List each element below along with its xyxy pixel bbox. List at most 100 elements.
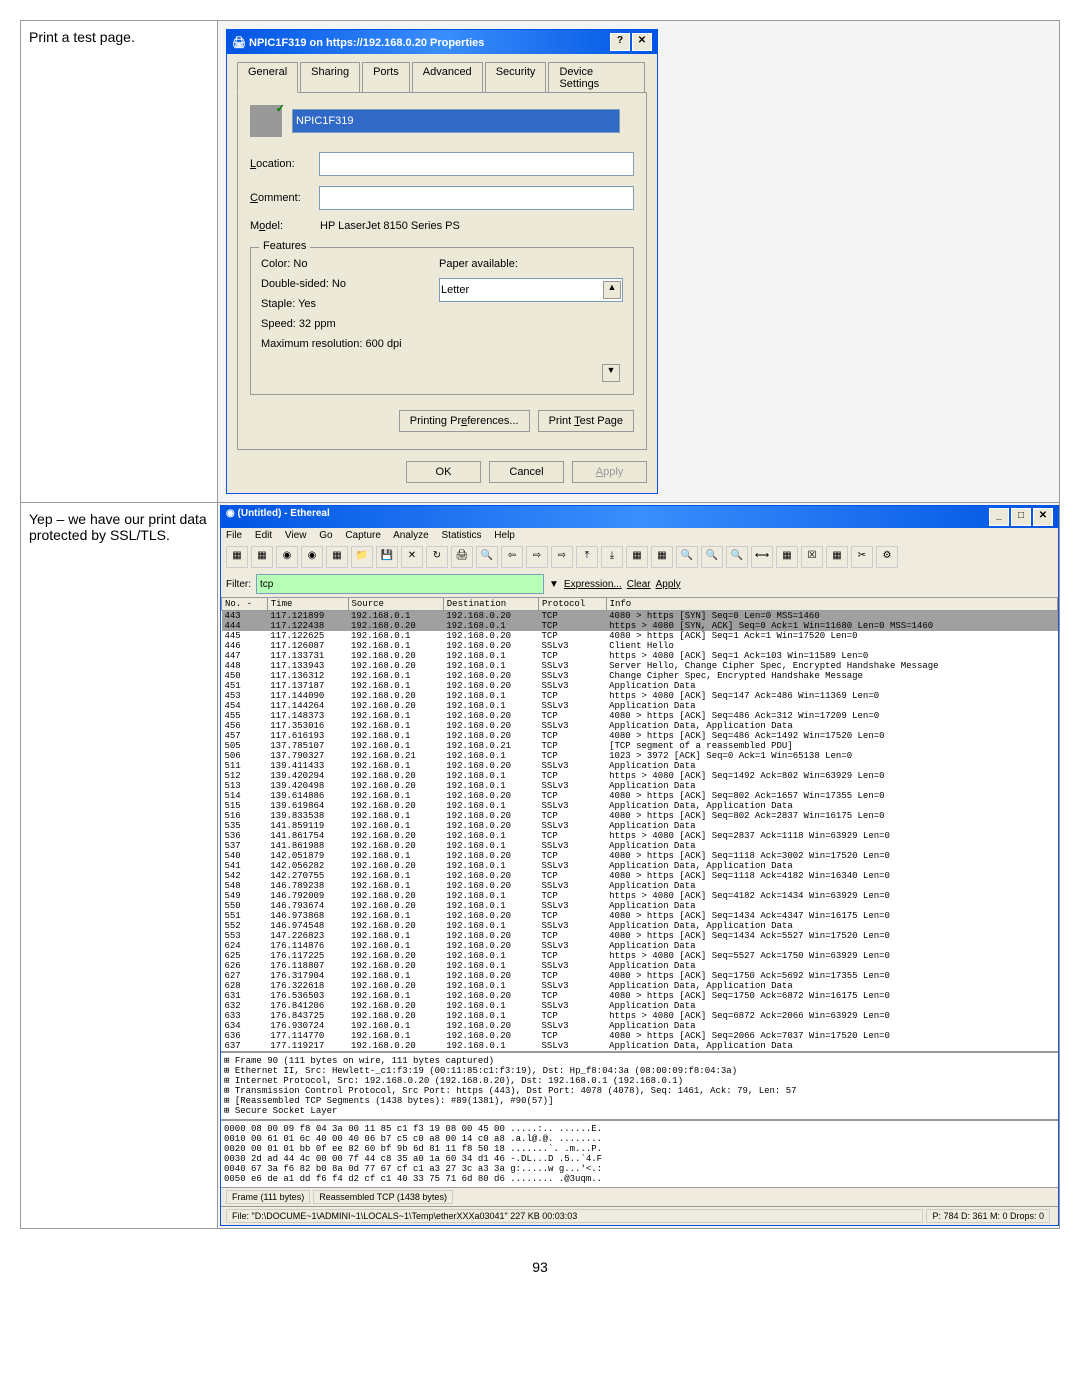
packet-row[interactable]: 637177.119217192.168.0.20192.168.0.1SSLv… (222, 1041, 1058, 1051)
tab-general[interactable]: General (237, 62, 298, 93)
packet-row[interactable]: 627176.317904192.168.0.1192.168.0.20TCP4… (222, 971, 1058, 981)
packet-row[interactable]: 505137.785107192.168.0.1192.168.0.21TCP[… (222, 741, 1058, 751)
packet-row[interactable]: 516139.833538192.168.0.1192.168.0.20TCP4… (222, 811, 1058, 821)
status-tab[interactable]: Frame (111 bytes) (226, 1190, 310, 1204)
col-info[interactable]: Info (606, 598, 1057, 611)
packet-row[interactable]: 537141.861988192.168.0.20192.168.0.1SSLv… (222, 841, 1058, 851)
toolbar-icon[interactable]: ▦ (326, 546, 348, 568)
scroll-down-icon[interactable]: ▼ (602, 364, 620, 382)
top-icon[interactable]: ⤒ (576, 546, 598, 568)
maximize-button[interactable]: □ (1011, 508, 1031, 526)
packet-table[interactable]: No. - Time Source Destination Protocol I… (221, 597, 1058, 1051)
packet-row[interactable]: 550146.793674192.168.0.20192.168.0.1SSLv… (222, 901, 1058, 911)
help-button[interactable]: ? (610, 33, 630, 51)
packet-row[interactable]: 451117.137187192.168.0.1192.168.0.20SSLv… (222, 681, 1058, 691)
find-icon[interactable]: 🔍 (476, 546, 498, 568)
zoom-in-icon[interactable]: 🔍 (676, 546, 698, 568)
toolbar-icon[interactable]: ▦ (826, 546, 848, 568)
ok-button[interactable]: OK (406, 461, 481, 483)
packet-row[interactable]: 633176.843725192.168.0.20192.168.0.1TCPh… (222, 1011, 1058, 1021)
packet-details[interactable]: ⊞ Frame 90 (111 bytes on wire, 111 bytes… (221, 1051, 1058, 1119)
toolbar-icon[interactable]: ▦ (651, 546, 673, 568)
bottom-icon[interactable]: ⤓ (601, 546, 623, 568)
reload-icon[interactable]: ↻ (426, 546, 448, 568)
scroll-up-icon[interactable]: ▲ (603, 281, 621, 299)
tab-advanced[interactable]: Advanced (412, 62, 483, 93)
packet-row[interactable]: 551146.973868192.168.0.1192.168.0.20TCP4… (222, 911, 1058, 921)
open-icon[interactable]: 📁 (351, 546, 373, 568)
col-source[interactable]: Source (348, 598, 443, 611)
packet-row[interactable]: 450117.136312192.168.0.1192.168.0.20SSLv… (222, 671, 1058, 681)
forward-icon[interactable]: ⇨ (526, 546, 548, 568)
packet-row[interactable]: 446117.126087192.168.0.1192.168.0.20SSLv… (222, 641, 1058, 651)
packet-row[interactable]: 542142.270755192.168.0.1192.168.0.20TCP4… (222, 871, 1058, 881)
hex-pane[interactable]: 0000 08 00 09 f8 04 3a 00 11 85 c1 f3 19… (221, 1119, 1058, 1187)
packet-row[interactable]: 511139.411433192.168.0.1192.168.0.20SSLv… (222, 761, 1058, 771)
packet-row[interactable]: 541142.056282192.168.0.20192.168.0.1SSLv… (222, 861, 1058, 871)
toolbar-icon[interactable]: ▦ (251, 546, 273, 568)
packet-row[interactable]: 624176.114876192.168.0.1192.168.0.20SSLv… (222, 941, 1058, 951)
packet-row[interactable]: 552146.974548192.168.0.20192.168.0.1SSLv… (222, 921, 1058, 931)
filter-input[interactable] (256, 574, 544, 594)
location-input[interactable] (319, 152, 634, 176)
packet-row[interactable]: 454117.144264192.168.0.20192.168.0.1SSLv… (222, 701, 1058, 711)
packet-row[interactable]: 634176.930724192.168.0.1192.168.0.20SSLv… (222, 1021, 1058, 1031)
zoom-out-icon[interactable]: 🔍 (701, 546, 723, 568)
toolbar-icon[interactable]: ⚙ (876, 546, 898, 568)
packet-row[interactable]: 553147.226823192.168.0.1192.168.0.20TCP4… (222, 931, 1058, 941)
packet-row[interactable]: 548146.789238192.168.0.1192.168.0.20SSLv… (222, 881, 1058, 891)
tab-security[interactable]: Security (485, 62, 547, 93)
expression-button[interactable]: Expression... (564, 579, 622, 590)
paper-select[interactable]: Letter ▲ (439, 278, 623, 302)
resize-icon[interactable]: ⟷ (751, 546, 773, 568)
clear-button[interactable]: Clear (627, 579, 651, 590)
zoom-reset-icon[interactable]: 🔍 (726, 546, 748, 568)
col-proto[interactable]: Protocol (539, 598, 607, 611)
packet-row[interactable]: 631176.536503192.168.0.1192.168.0.20TCP4… (222, 991, 1058, 1001)
col-dest[interactable]: Destination (443, 598, 538, 611)
cancel-button[interactable]: Cancel (489, 461, 564, 483)
packet-row[interactable]: 444117.122438192.168.0.20192.168.0.1TCPh… (222, 621, 1058, 631)
close-button[interactable]: ✕ (1033, 508, 1053, 526)
close-icon[interactable]: ✕ (401, 546, 423, 568)
packet-row[interactable]: 457117.616193192.168.0.1192.168.0.20TCP4… (222, 731, 1058, 741)
packet-row[interactable]: 514139.614886192.168.0.1192.168.0.20TCP4… (222, 791, 1058, 801)
packet-row[interactable]: 625176.117225192.168.0.20192.168.0.1TCPh… (222, 951, 1058, 961)
eth-menu[interactable]: File Edit View Go Capture Analyze Statis… (221, 528, 1058, 543)
toolbar-icon[interactable]: ▦ (626, 546, 648, 568)
packet-row[interactable]: 445117.122625192.168.0.1192.168.0.20TCP4… (222, 631, 1058, 641)
save-icon[interactable]: 💾 (376, 546, 398, 568)
packet-row[interactable]: 513139.420498192.168.0.20192.168.0.1SSLv… (222, 781, 1058, 791)
packet-row[interactable]: 536141.861754192.168.0.20192.168.0.1TCPh… (222, 831, 1058, 841)
minimize-button[interactable]: _ (989, 508, 1009, 526)
packet-row[interactable]: 632176.841206192.168.0.20192.168.0.1SSLv… (222, 1001, 1058, 1011)
packet-row[interactable]: 456117.353016192.168.0.1192.168.0.20SSLv… (222, 721, 1058, 731)
apply-button[interactable]: Apply (572, 461, 647, 483)
packet-row[interactable]: 512139.420294192.168.0.20192.168.0.1TCPh… (222, 771, 1058, 781)
print-icon[interactable]: 🖨 (451, 546, 473, 568)
toolbar-icon[interactable]: ☒ (801, 546, 823, 568)
packet-row[interactable]: 448117.133943192.168.0.20192.168.0.1SSLv… (222, 661, 1058, 671)
packet-row[interactable]: 447117.133731192.168.0.20192.168.0.1TCPh… (222, 651, 1058, 661)
packet-row[interactable]: 455117.148373192.168.0.1192.168.0.20TCP4… (222, 711, 1058, 721)
print-test-button[interactable]: Print Test Page (538, 410, 634, 432)
toolbar-icon[interactable]: ◉ (276, 546, 298, 568)
goto-icon[interactable]: ⇨ (551, 546, 573, 568)
comment-input[interactable] (319, 186, 634, 210)
tab-ports[interactable]: Ports (362, 62, 410, 93)
packet-row[interactable]: 535141.859119192.168.0.1192.168.0.20SSLv… (222, 821, 1058, 831)
apply-filter-button[interactable]: Apply (656, 579, 681, 590)
back-icon[interactable]: ⇦ (501, 546, 523, 568)
col-time[interactable]: Time (267, 598, 348, 611)
packet-row[interactable]: 549146.792009192.168.0.20192.168.0.1TCPh… (222, 891, 1058, 901)
printing-prefs-button[interactable]: Printing Preferences... (399, 410, 530, 432)
status-tab[interactable]: Reassembled TCP (1438 bytes) (313, 1190, 453, 1204)
packet-row[interactable]: 540142.051879192.168.0.1192.168.0.20TCP4… (222, 851, 1058, 861)
packet-row[interactable]: 443117.121899192.168.0.1192.168.0.20TCP4… (222, 611, 1058, 622)
toolbar-icon[interactable]: ▦ (226, 546, 248, 568)
packet-row[interactable]: 515139.619864192.168.0.20192.168.0.1SSLv… (222, 801, 1058, 811)
toolbar-icon[interactable]: ▦ (776, 546, 798, 568)
tab-device-settings[interactable]: Device Settings (548, 62, 645, 93)
toolbar-icon[interactable]: ◉ (301, 546, 323, 568)
tab-sharing[interactable]: Sharing (300, 62, 360, 93)
